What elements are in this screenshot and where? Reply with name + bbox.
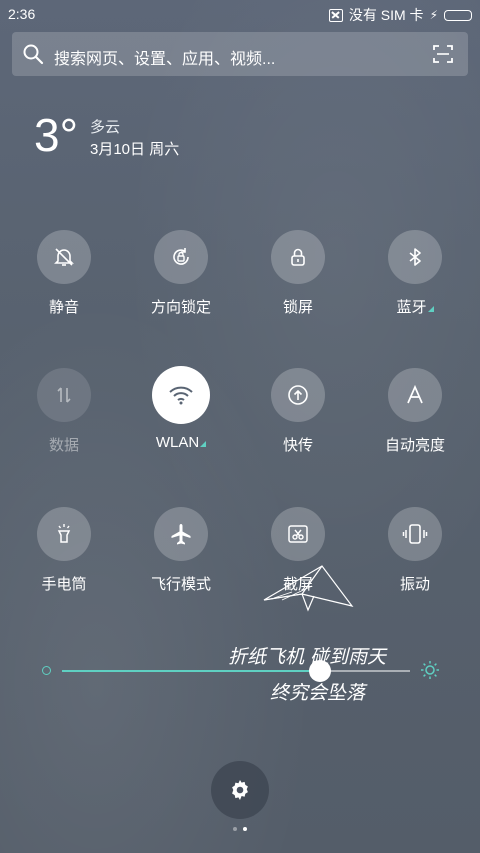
wallpaper-text-line1: 折纸飞机 碰到雨天 [228,646,387,668]
tile-label: 手电筒 [41,576,87,593]
brightness-high-icon [421,661,439,679]
tile-airplane-mode[interactable]: 飞行模式 [126,507,236,594]
tile-vibrate[interactable]: 振动 [360,507,470,594]
flashlight-icon[interactable] [37,507,91,561]
gear-icon [232,780,248,800]
status-bar: 2:36 没有 SIM 卡 ⚡ [0,0,480,28]
rotation-lock-icon[interactable] [154,230,208,284]
brightness-low-icon [42,666,51,675]
lock-icon[interactable] [271,230,325,284]
search-bar[interactable]: 搜索网页、设置、应用、视频... [12,32,468,76]
page-dot[interactable] [233,827,237,831]
tile-label-with-expand: 蓝牙 [360,296,470,317]
tile-label: 锁屏 [282,299,313,316]
tile-rotation-lock[interactable]: 方向锁定 [126,230,236,317]
wallpaper-text-line2: 终究会坠落 [270,682,366,704]
vibrate-icon[interactable] [388,507,442,561]
wifi-icon[interactable] [152,366,210,424]
sim-card-icon [328,8,343,22]
tile-fast-share[interactable]: 快传 [243,368,353,455]
weather-condition: 多云 [90,119,121,136]
page-indicator [233,827,247,831]
charging-bolt-icon: ⚡ [429,8,438,22]
mobile-data-icon[interactable] [37,368,91,422]
tile-lock-screen[interactable]: 锁屏 [243,230,353,317]
tile-label: 蓝牙 [396,299,427,316]
tile-bluetooth[interactable]: 蓝牙 [360,230,470,317]
bell-off-icon[interactable] [37,230,91,284]
status-time: 2:36 [8,6,36,22]
tile-label: 数据 [48,437,79,454]
tile-mute[interactable]: 静音 [9,230,119,317]
tile-label: WLAN [155,434,200,451]
tile-label: 振动 [399,576,430,593]
tile-label: 静音 [48,299,79,316]
tile-auto-brightness[interactable]: 自动亮度 [360,368,470,455]
airplane-icon[interactable] [154,507,208,561]
carrier-text: 没有 SIM 卡 [348,7,424,23]
expand-indicator-icon [200,441,207,447]
tile-label-with-expand: WLAN [126,434,236,451]
weather-date: 3月10日 周六 [90,141,180,158]
screenshot-icon[interactable] [271,507,325,561]
tile-label: 自动亮度 [384,437,445,454]
status-right-group: 没有 SIM 卡 ⚡ [328,5,472,25]
brightness-fill [62,670,320,672]
settings-button[interactable] [211,761,269,819]
expand-indicator-icon [427,306,434,312]
tile-label: 飞行模式 [150,576,211,593]
tile-label: 方向锁定 [150,299,211,316]
paper-plane-doodle [263,565,354,612]
tile-label: 快传 [282,437,313,454]
tile-wlan[interactable]: WLAN [126,366,236,451]
fast-share-icon[interactable] [271,368,325,422]
scan-icon[interactable] [432,43,454,65]
page-dot-active[interactable] [243,827,247,831]
auto-brightness-icon[interactable] [388,368,442,422]
search-placeholder[interactable]: 搜索网页、设置、应用、视频... [54,45,275,69]
battery-icon [444,9,472,21]
search-icon [23,44,44,65]
weather-temperature: 3° [34,109,78,161]
tile-flashlight[interactable]: 手电筒 [9,507,119,594]
bluetooth-icon[interactable] [388,230,442,284]
tile-mobile-data[interactable]: 数据 [9,368,119,455]
